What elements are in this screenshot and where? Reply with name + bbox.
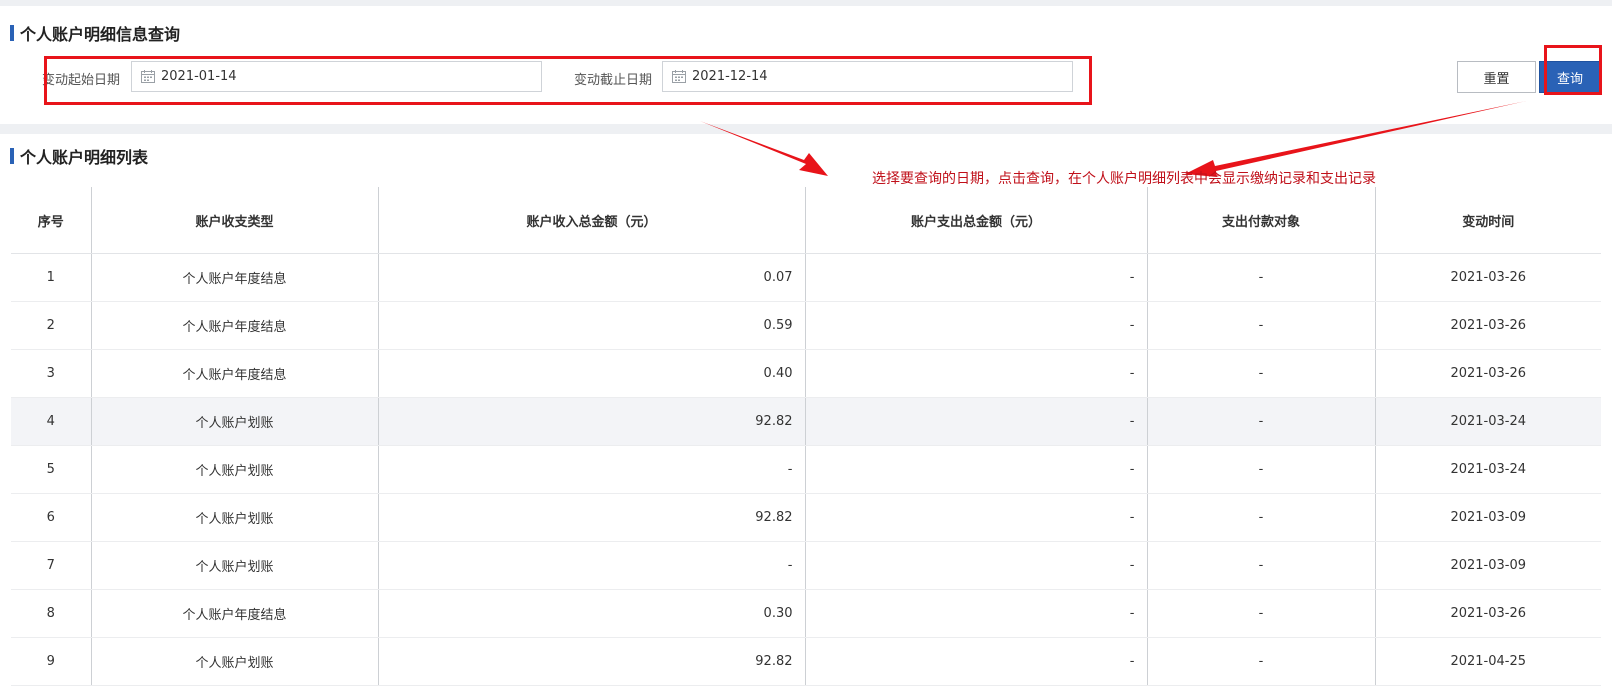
query-panel: 个人账户明细信息查询 变动起始日期 2021-01-14 变动截止日期 2021… bbox=[0, 6, 1612, 124]
cell-income: - bbox=[378, 541, 806, 590]
cell-expense: - bbox=[805, 589, 1148, 638]
table-row[interactable]: 8 个人账户年度结息 0.30 - - 2021-03-26 bbox=[11, 589, 1601, 638]
list-title-text: 个人账户明细列表 bbox=[20, 148, 149, 167]
end-date-label: 变动截止日期 bbox=[574, 73, 653, 88]
cell-income: 0.40 bbox=[378, 349, 806, 398]
cell-expense: - bbox=[805, 349, 1148, 398]
cell-expense: - bbox=[805, 541, 1148, 590]
cell-time: 2021-03-26 bbox=[1375, 349, 1601, 398]
cell-payee: - bbox=[1147, 349, 1376, 398]
cell-income: 0.07 bbox=[378, 253, 806, 302]
cell-income: - bbox=[378, 445, 806, 494]
list-section-title: 个人账户明细列表 bbox=[10, 146, 149, 167]
cell-expense: - bbox=[805, 397, 1148, 446]
cell-time: 2021-04-25 bbox=[1375, 637, 1601, 686]
table-row[interactable]: 1 个人账户年度结息 0.07 - - 2021-03-26 bbox=[11, 253, 1601, 302]
cell-index: 3 bbox=[11, 349, 92, 398]
cell-income: 0.59 bbox=[378, 301, 806, 350]
cell-income: 92.82 bbox=[378, 637, 806, 686]
cell-payee: - bbox=[1147, 301, 1376, 350]
query-button[interactable]: 查询 bbox=[1539, 61, 1601, 93]
cell-income: 92.82 bbox=[378, 397, 806, 446]
column-header-income: 账户收入总金额（元） bbox=[378, 187, 806, 254]
cell-income: 0.30 bbox=[378, 589, 806, 638]
cell-payee: - bbox=[1147, 253, 1376, 302]
column-header-time: 变动时间 bbox=[1375, 187, 1601, 254]
end-date-input[interactable]: 2021-12-14 bbox=[662, 61, 1073, 92]
column-header-expense: 账户支出总金额（元） bbox=[805, 187, 1148, 254]
cell-expense: - bbox=[805, 637, 1148, 686]
query-title-text: 个人账户明细信息查询 bbox=[20, 25, 181, 44]
cell-time: 2021-03-26 bbox=[1375, 589, 1601, 638]
start-date-label: 变动起始日期 bbox=[42, 73, 121, 88]
cell-payee: - bbox=[1147, 397, 1376, 446]
calendar-icon bbox=[141, 70, 155, 83]
table-row[interactable]: 5 个人账户划账 - - - 2021-03-24 bbox=[11, 445, 1601, 494]
cell-index: 2 bbox=[11, 301, 92, 350]
cell-type: 个人账户年度结息 bbox=[91, 253, 379, 302]
cell-expense: - bbox=[805, 445, 1148, 494]
cell-type: 个人账户划账 bbox=[91, 541, 379, 590]
column-header-index: 序号 bbox=[11, 187, 92, 254]
cell-index: 8 bbox=[11, 589, 92, 638]
cell-payee: - bbox=[1147, 445, 1376, 494]
cell-payee: - bbox=[1147, 637, 1376, 686]
table-row-hovered[interactable]: 4 个人账户划账 92.82 - - 2021-03-24 bbox=[11, 397, 1601, 446]
cell-index: 1 bbox=[11, 253, 92, 302]
cell-time: 2021-03-24 bbox=[1375, 445, 1601, 494]
cell-time: 2021-03-26 bbox=[1375, 253, 1601, 302]
cell-type: 个人账户划账 bbox=[91, 637, 379, 686]
cell-income: 92.82 bbox=[378, 493, 806, 542]
detail-table: 序号 账户收支类型 账户收入总金额（元） 账户支出总金额（元） 支出付款对象 变… bbox=[11, 187, 1601, 686]
title-accent-bar bbox=[10, 148, 14, 164]
cell-type: 个人账户年度结息 bbox=[91, 349, 379, 398]
title-accent-bar bbox=[10, 25, 14, 41]
cell-type: 个人账户划账 bbox=[91, 445, 379, 494]
cell-expense: - bbox=[805, 301, 1148, 350]
table-row[interactable]: 7 个人账户划账 - - - 2021-03-09 bbox=[11, 541, 1601, 590]
table-row[interactable]: 9 个人账户划账 92.82 - - 2021-04-25 bbox=[11, 637, 1601, 686]
table-row[interactable]: 6 个人账户划账 92.82 - - 2021-03-09 bbox=[11, 493, 1601, 542]
cell-index: 6 bbox=[11, 493, 92, 542]
cell-payee: - bbox=[1147, 589, 1376, 638]
cell-type: 个人账户年度结息 bbox=[91, 589, 379, 638]
cell-index: 7 bbox=[11, 541, 92, 590]
cell-payee: - bbox=[1147, 541, 1376, 590]
cell-index: 4 bbox=[11, 397, 92, 446]
cell-expense: - bbox=[805, 493, 1148, 542]
cell-time: 2021-03-26 bbox=[1375, 301, 1601, 350]
table-row[interactable]: 2 个人账户年度结息 0.59 - - 2021-03-26 bbox=[11, 301, 1601, 350]
cell-index: 9 bbox=[11, 637, 92, 686]
reset-button[interactable]: 重置 bbox=[1457, 61, 1536, 93]
cell-payee: - bbox=[1147, 493, 1376, 542]
cell-index: 5 bbox=[11, 445, 92, 494]
annotation-text: 选择要查询的日期，点击查询，在个人账户明细列表中会显示缴纳记录和支出记录 bbox=[872, 171, 1376, 187]
cell-type: 个人账户年度结息 bbox=[91, 301, 379, 350]
start-date-value: 2021-01-14 bbox=[161, 69, 237, 84]
query-section-title: 个人账户明细信息查询 bbox=[10, 23, 181, 44]
start-date-input[interactable]: 2021-01-14 bbox=[131, 61, 542, 92]
table-header-row: 序号 账户收支类型 账户收入总金额（元） 账户支出总金额（元） 支出付款对象 变… bbox=[11, 187, 1601, 254]
table-row[interactable]: 3 个人账户年度结息 0.40 - - 2021-03-26 bbox=[11, 349, 1601, 398]
cell-type: 个人账户划账 bbox=[91, 493, 379, 542]
end-date-value: 2021-12-14 bbox=[692, 69, 768, 84]
calendar-icon bbox=[672, 70, 686, 83]
column-header-payee: 支出付款对象 bbox=[1147, 187, 1376, 254]
cell-time: 2021-03-09 bbox=[1375, 493, 1601, 542]
cell-time: 2021-03-24 bbox=[1375, 397, 1601, 446]
cell-time: 2021-03-09 bbox=[1375, 541, 1601, 590]
column-header-type: 账户收支类型 bbox=[91, 187, 379, 254]
cell-type: 个人账户划账 bbox=[91, 397, 379, 446]
cell-expense: - bbox=[805, 253, 1148, 302]
